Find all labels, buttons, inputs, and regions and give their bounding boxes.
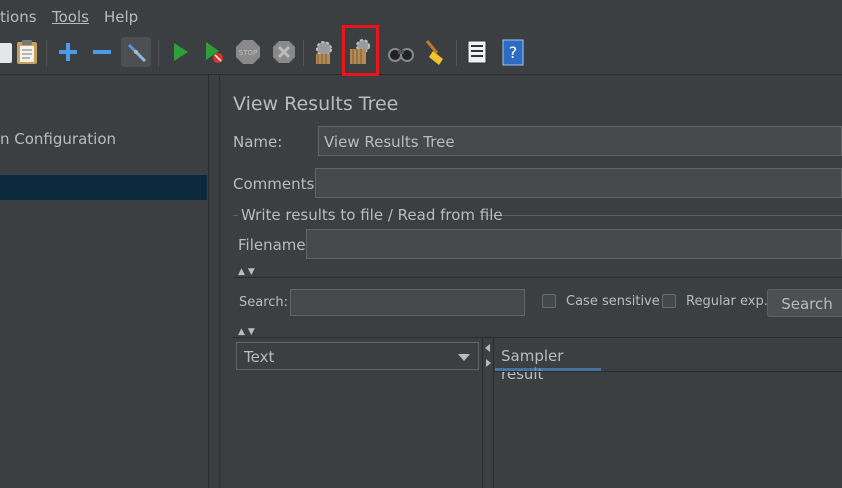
menu-bar: tions Tools Help (0, 0, 842, 32)
search-label: Search: (239, 295, 289, 310)
fieldset-border (480, 215, 842, 216)
divider (494, 371, 842, 372)
comments-field[interactable] (315, 168, 842, 198)
reset-search-icon[interactable] (421, 37, 451, 67)
renderer-select[interactable]: Text (236, 342, 479, 370)
name-label: Name: (233, 133, 283, 151)
file-section-label: Write results to file / Read from file (241, 206, 503, 224)
search-input[interactable] (290, 289, 525, 316)
toolbar-separator (303, 40, 304, 66)
renderer-value: Text (244, 348, 275, 366)
menu-tools[interactable]: Tools (52, 8, 89, 26)
svg-text:STOP: STOP (239, 49, 257, 57)
tab-label: Sampler result (501, 347, 564, 383)
case-sensitive-checkbox[interactable] (542, 294, 556, 308)
divider (233, 337, 842, 338)
start-icon[interactable] (165, 37, 195, 67)
divider (233, 277, 842, 278)
case-sensitive-label: Case sensitive (566, 294, 660, 309)
collapse-right-icon[interactable] (486, 359, 491, 367)
menu-help[interactable]: Help (104, 8, 138, 26)
search-button[interactable]: Search (767, 289, 842, 317)
filename-label: Filename (238, 236, 306, 254)
search-icon[interactable] (386, 37, 416, 67)
svg-text:?: ? (509, 43, 518, 62)
toolbar-separator (46, 40, 47, 66)
toggle-icon[interactable] (121, 37, 151, 67)
regular-exp-checkbox[interactable] (662, 294, 676, 308)
clear-icon[interactable] (309, 37, 339, 67)
toolbar-separator (456, 40, 457, 66)
split-divider[interactable] (208, 75, 220, 488)
collapse-arrows[interactable]: ▲▼ (238, 267, 258, 277)
collapse-left-icon[interactable] (485, 344, 490, 352)
page-title: View Results Tree (233, 93, 399, 115)
tree-item-selected[interactable] (0, 175, 207, 200)
comments-label: Comments: (233, 175, 320, 193)
tab-sampler-result[interactable]: Sampler result (495, 339, 601, 383)
function-helper-icon[interactable] (462, 37, 492, 67)
start-no-pauses-icon[interactable] (198, 37, 228, 67)
shutdown-icon[interactable] (269, 37, 299, 67)
test-plan-tree: n Configuration (0, 75, 208, 488)
chevron-down-icon (458, 354, 470, 361)
fieldset-border (233, 215, 238, 216)
tree-item-configuration[interactable]: n Configuration (0, 130, 116, 148)
stop-icon[interactable]: STOP (233, 37, 263, 67)
highlight-box (342, 25, 379, 76)
toolbar: STOP ? (0, 32, 842, 75)
results-split-divider[interactable] (482, 338, 494, 488)
help-icon[interactable]: ? (498, 37, 528, 67)
collapse-arrows[interactable]: ▲▼ (238, 327, 258, 337)
paste-icon[interactable] (12, 37, 42, 67)
remove-icon[interactable] (87, 37, 117, 67)
toolbar-separator (158, 40, 159, 66)
name-field[interactable]: View Results Tree (318, 126, 842, 156)
add-icon[interactable] (53, 37, 83, 67)
menu-options[interactable]: tions (0, 8, 37, 26)
filename-field[interactable] (306, 229, 842, 259)
regular-exp-label: Regular exp. (686, 294, 768, 309)
